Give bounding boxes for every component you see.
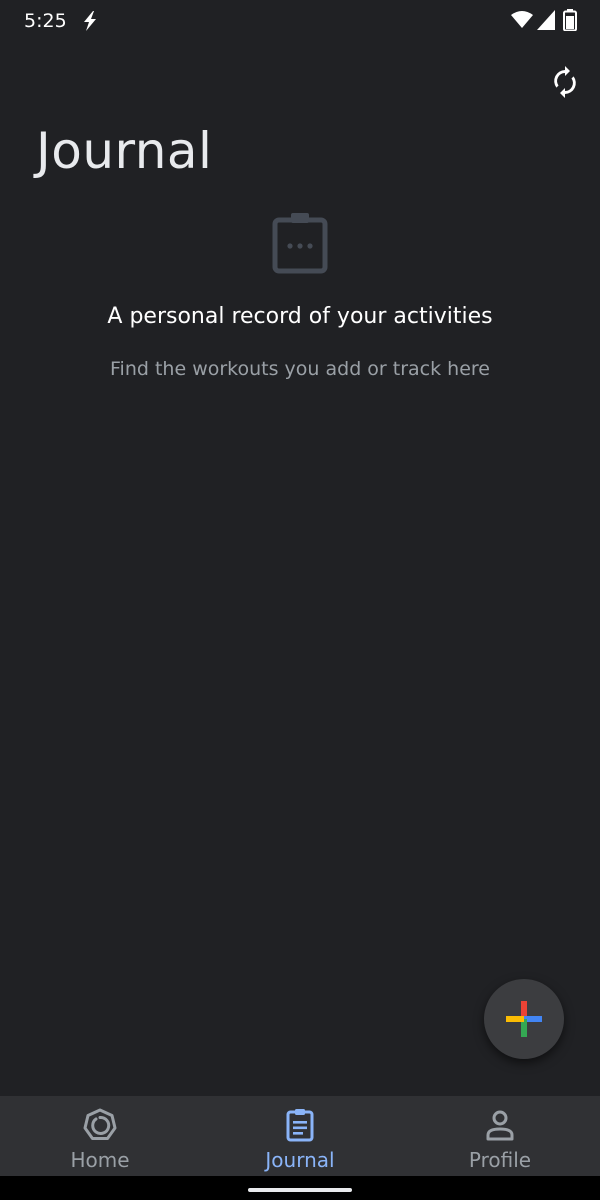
nav-label-journal: Journal (265, 1148, 335, 1172)
journal-icon (286, 1109, 314, 1142)
nav-label-profile: Profile (468, 1148, 532, 1172)
profile-icon (486, 1110, 514, 1141)
status-time: 5:25 (24, 10, 67, 32)
page-title: Journal (36, 122, 213, 180)
status-bar: 5:25 (0, 0, 600, 44)
nav-item-profile[interactable]: Profile (400, 1096, 600, 1176)
add-activity-button[interactable] (484, 979, 564, 1059)
battery-icon (563, 9, 577, 31)
nav-label-home: Home (70, 1148, 130, 1172)
clipboard-icon (272, 213, 328, 274)
wifi-icon (511, 11, 533, 28)
plus-icon (506, 1001, 542, 1037)
bottom-navigation: Home Journal Profile (0, 1096, 600, 1176)
empty-state-title: A personal record of your activities (107, 304, 493, 329)
nav-item-home[interactable]: Home (0, 1096, 200, 1176)
system-navigation-bar (0, 1176, 600, 1200)
sync-button[interactable] (543, 60, 587, 104)
empty-state-subtitle: Find the workouts you add or track here (110, 358, 490, 380)
home-icon (83, 1108, 117, 1140)
nav-item-journal[interactable]: Journal (200, 1096, 400, 1176)
sync-icon (554, 66, 576, 98)
signal-icon (537, 10, 555, 30)
bolt-icon (84, 11, 96, 31)
gesture-handle[interactable] (248, 1188, 352, 1192)
